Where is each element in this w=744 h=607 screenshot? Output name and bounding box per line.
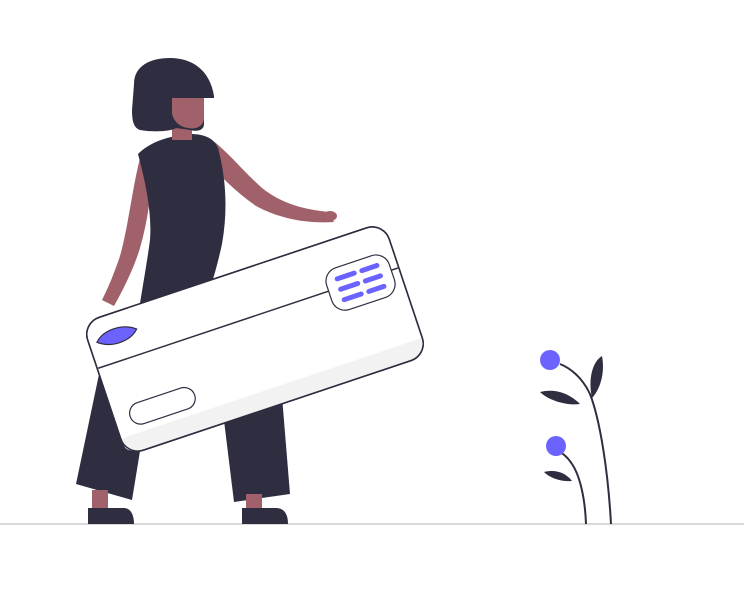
woman-left-shoe bbox=[88, 508, 134, 524]
plant-leaf-bottom bbox=[544, 471, 572, 482]
woman-right-shoe bbox=[242, 508, 288, 524]
woman-with-credit-card-illustration bbox=[0, 58, 744, 525]
plant-flower-top bbox=[540, 350, 560, 370]
woman-hand bbox=[323, 211, 337, 221]
plant-leaf-middle bbox=[540, 390, 580, 405]
plant-flower-bottom bbox=[546, 436, 566, 456]
plant-leaf-top bbox=[590, 356, 603, 398]
plant bbox=[540, 350, 612, 525]
plant-stem-tall bbox=[559, 363, 612, 525]
illustration-scene bbox=[0, 0, 744, 607]
plant-stem-short bbox=[555, 449, 587, 525]
